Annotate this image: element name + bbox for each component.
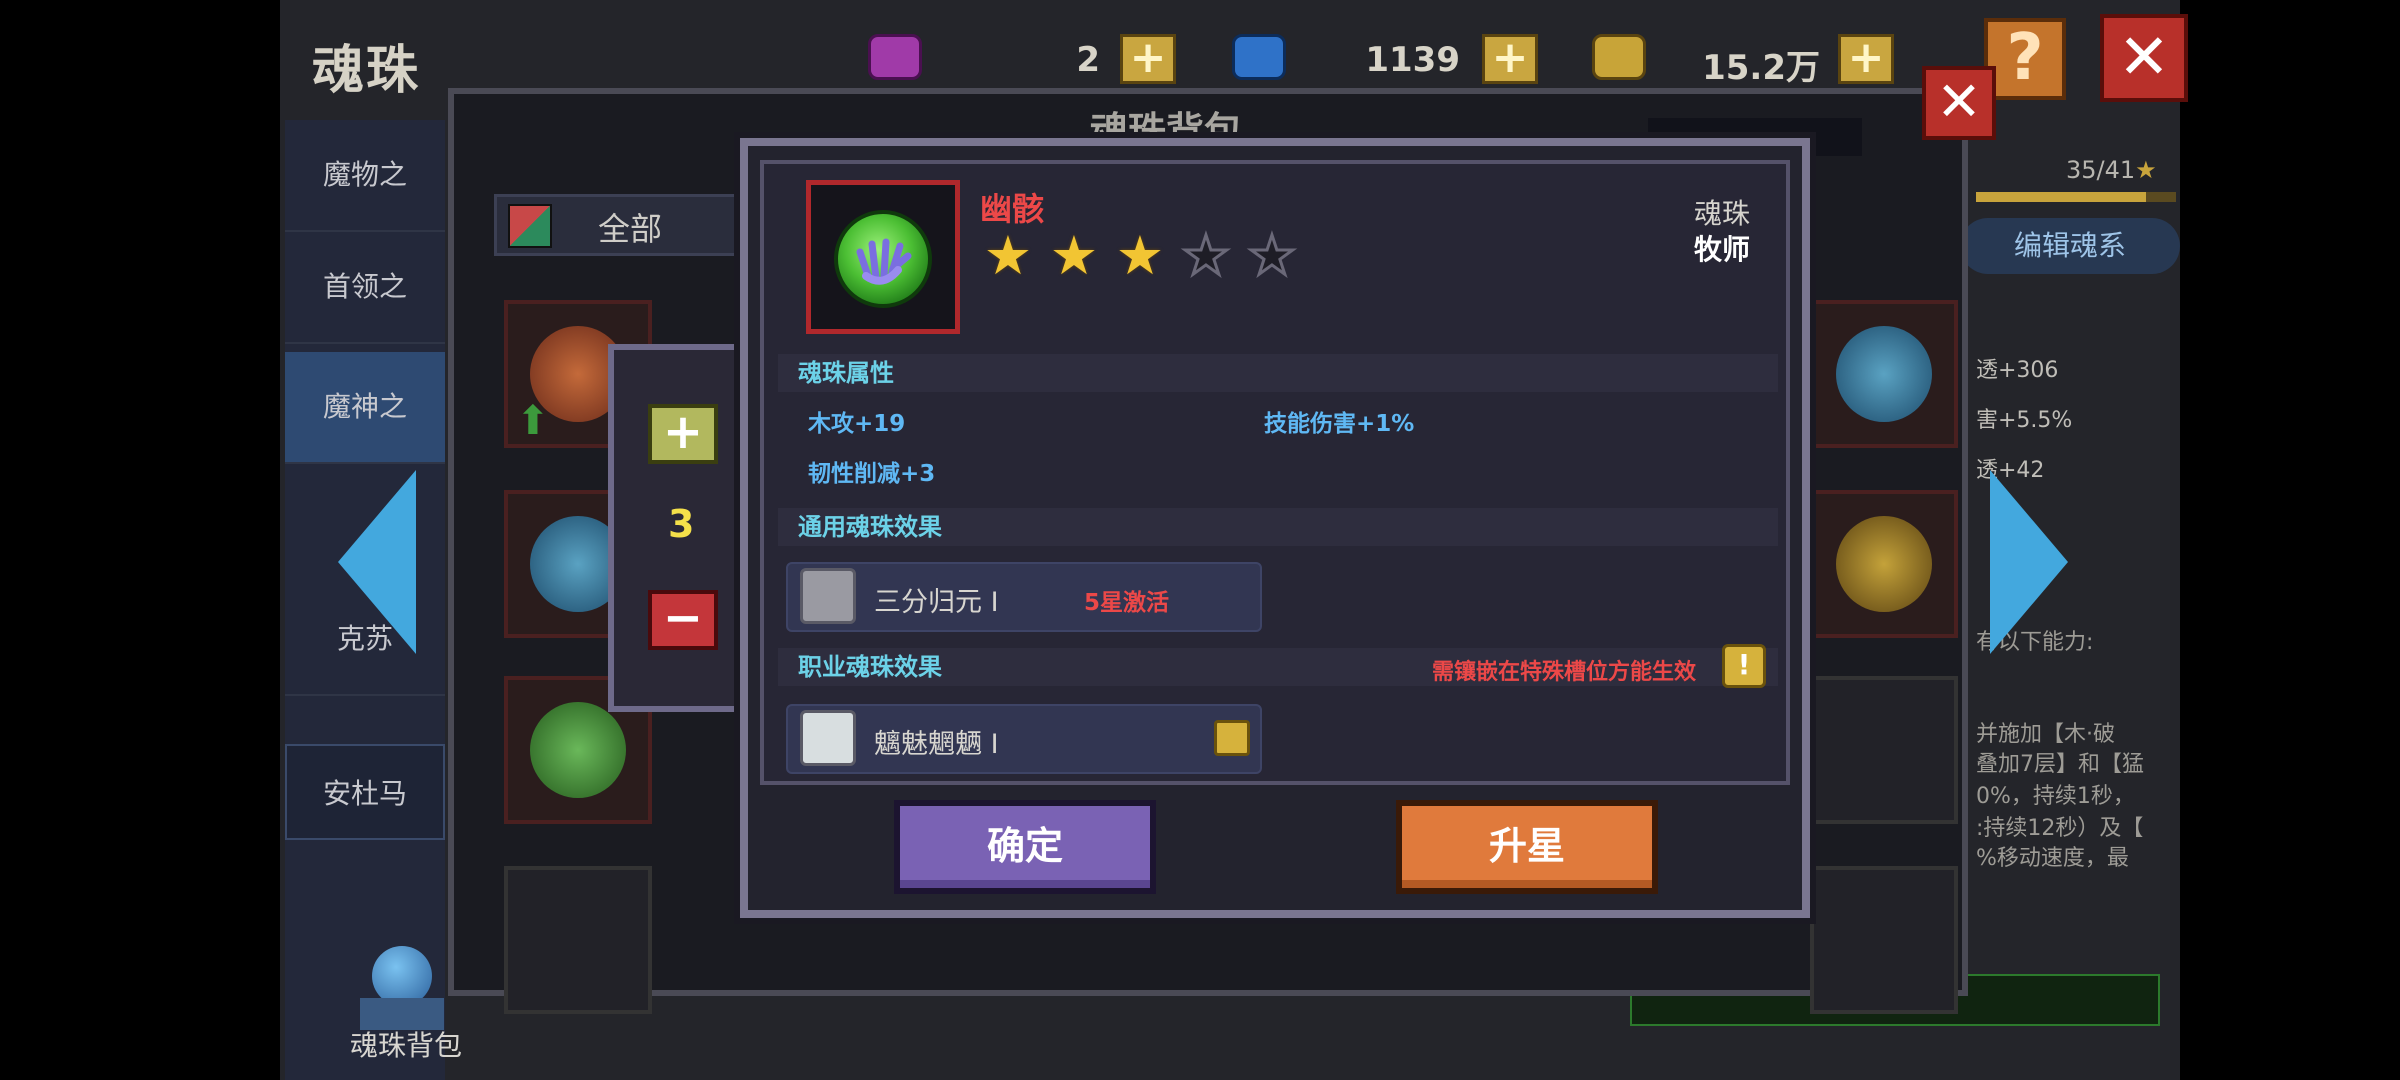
class-effect-card[interactable] bbox=[786, 704, 1262, 774]
sidebar-item-boss[interactable]: 首领之 bbox=[285, 232, 445, 344]
soul-bag-label: 魂珠背包 bbox=[350, 1029, 463, 1062]
item-type-label: 魂珠 bbox=[1694, 197, 1751, 230]
attributes-section-header: 魂珠属性 bbox=[778, 354, 1778, 392]
star-filled-icon: ★ bbox=[983, 224, 1033, 287]
inventory-slot[interactable] bbox=[1810, 490, 1958, 638]
upgrade-star-button[interactable]: 升星 bbox=[1396, 800, 1658, 894]
ability-description: 叠加7层】和【猛 bbox=[1976, 752, 2144, 777]
inventory-slot[interactable] bbox=[1810, 300, 1958, 448]
blue-gem-icon bbox=[1232, 34, 1286, 92]
common-effect-section-header: 通用魂珠效果 bbox=[778, 508, 1778, 546]
inventory-slot-empty[interactable] bbox=[504, 866, 652, 1014]
attribute-skill-damage: 技能伤害+1% bbox=[1264, 411, 1415, 437]
info-icon[interactable]: ! bbox=[1722, 644, 1766, 688]
attribute-toughness-reduction: 韧性削减+3 bbox=[808, 461, 936, 487]
blue-gem-count: 1139 bbox=[1365, 40, 1460, 80]
stat-line: 害+5.5% bbox=[1976, 408, 2073, 433]
confirm-button[interactable]: 确定 bbox=[894, 800, 1156, 894]
ability-description: 0%，持续1秒， bbox=[1976, 784, 2135, 809]
star-empty-icon: ★ bbox=[1180, 224, 1231, 287]
close-button[interactable]: ✕ bbox=[2100, 14, 2188, 102]
quantity-minus-button[interactable]: − bbox=[648, 590, 718, 650]
special-slot-icon bbox=[1214, 720, 1250, 756]
gold-coin-count: 15.2万 bbox=[1702, 48, 1820, 88]
ability-description: %移动速度，最 bbox=[1976, 846, 2129, 871]
ability-description: :持续12秒）及【 bbox=[1976, 816, 2144, 841]
add-blue-gem-button[interactable]: + bbox=[1482, 34, 1538, 84]
collection-count: 35/41★ bbox=[2066, 156, 2157, 184]
sidebar-item-monster[interactable]: 魔物之 bbox=[285, 120, 445, 232]
skull-portrait-icon bbox=[800, 568, 856, 624]
prev-arrow-icon[interactable] bbox=[338, 470, 416, 654]
common-effect-name: 三分归元 Ⅰ bbox=[874, 587, 999, 618]
purple-gem-icon bbox=[868, 34, 922, 92]
special-slot-note: 需镶嵌在特殊槽位方能生效 bbox=[1432, 660, 1697, 685]
class-effect-name: 魑魅魍魉 Ⅰ bbox=[874, 729, 999, 760]
star-filled-icon: ★ bbox=[1049, 224, 1099, 287]
next-arrow-icon[interactable] bbox=[1990, 470, 2068, 654]
activation-requirement: 5星激活 bbox=[1084, 590, 1170, 616]
collection-progress-fill bbox=[1976, 192, 2146, 202]
star-filled-icon: ★ bbox=[1115, 224, 1165, 287]
add-purple-gem-button[interactable]: + bbox=[1120, 34, 1176, 84]
ability-description: 并施加【木·破 bbox=[1976, 722, 2115, 747]
quantity-plus-button[interactable]: + bbox=[648, 404, 718, 464]
bag-close-button[interactable]: ✕ bbox=[1922, 66, 1996, 140]
filter-color-icon bbox=[508, 204, 552, 248]
page-title: 魂珠 bbox=[312, 41, 421, 101]
purple-gem-count: 2 bbox=[1076, 40, 1100, 80]
add-gold-button[interactable]: + bbox=[1838, 34, 1894, 84]
quantity-value: 3 bbox=[668, 502, 695, 546]
common-effect-card[interactable] bbox=[786, 562, 1262, 632]
edit-soul-series-button[interactable]: 编辑魂系 bbox=[1960, 218, 2180, 274]
star-empty-icon: ★ bbox=[1246, 224, 1297, 287]
attribute-wood-attack: 木攻+19 bbox=[808, 411, 906, 437]
filter-label: 全部 bbox=[598, 210, 663, 248]
sidebar-item-anduma[interactable]: 安杜马 bbox=[285, 744, 445, 840]
inventory-slot-empty[interactable] bbox=[1810, 676, 1958, 824]
item-class-label: 牧师 bbox=[1694, 233, 1751, 266]
stat-line: 透+306 bbox=[1976, 358, 2059, 383]
inventory-slot-empty[interactable] bbox=[1810, 866, 1958, 1014]
gold-coin-icon bbox=[1592, 34, 1646, 92]
help-button[interactable]: ? bbox=[1984, 18, 2066, 100]
soul-orb-icon bbox=[834, 210, 932, 308]
sidebar-item-demon-god[interactable]: 魔神之 bbox=[285, 352, 445, 464]
ghost-portrait-icon bbox=[800, 710, 856, 766]
